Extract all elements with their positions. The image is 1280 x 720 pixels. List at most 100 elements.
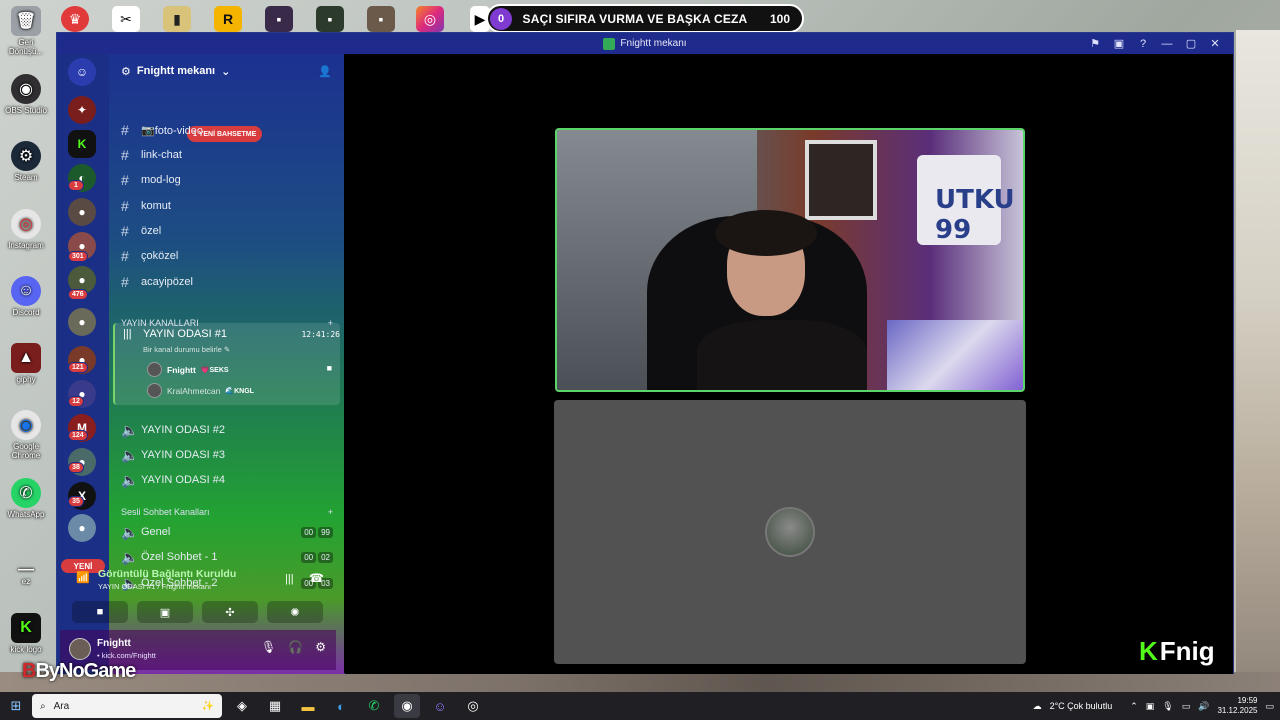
edge-icon[interactable]: ◐ [328, 694, 354, 718]
desktop-icon-discord[interactable]: ☺ Discord [4, 276, 48, 317]
active-voice-timer: 12:41:26 [301, 329, 340, 339]
channel-foto-video[interactable]: # 📷foto-video [121, 119, 333, 141]
voice-connection-subtitle[interactable]: YAYIN ODASI #1 / Fnightt mekanı [98, 582, 211, 591]
weather-text[interactable]: 2°C Çok bulutlu [1050, 701, 1113, 711]
help-icon[interactable]: ? [1131, 33, 1155, 54]
discord-home-icon[interactable]: ☺ [68, 58, 96, 86]
webcam-video-tile[interactable]: UTKU 99 [555, 128, 1025, 392]
game-shortcut-icon[interactable]: ♛ [61, 6, 89, 32]
chevron-up-icon[interactable]: ⌃ [1130, 701, 1138, 712]
channel-acayipozel[interactable]: # acayipözel [121, 271, 333, 293]
avatar [147, 383, 162, 398]
voice-channel-genel[interactable]: 🔈 Genel 00 99 [121, 521, 333, 543]
microphone-tray-icon[interactable]: 🎙 [1162, 701, 1173, 712]
voice-user-row[interactable]: Fnightt 💗SEKS [147, 362, 229, 377]
voice-channel-yayin-4[interactable]: 🔈 YAYIN ODASI #4 [121, 469, 333, 491]
maximize-button[interactable]: ▢ [1179, 33, 1203, 54]
server-icon-7[interactable]: ● [68, 308, 96, 336]
soundboard-button[interactable]: ✺ [267, 601, 323, 623]
video-jersey: UTKU 99 [917, 155, 1015, 245]
server-icon-4[interactable]: ● [68, 198, 96, 226]
desktop-icon-recycle-bin[interactable]: 🗑 Geri Dönüşü... [4, 6, 48, 56]
store-icon[interactable]: ▦ [262, 694, 288, 718]
rockstar-icon[interactable]: R [214, 6, 242, 32]
notification-icon[interactable]: ▭ [1265, 701, 1274, 712]
ez-icon: — [18, 561, 34, 578]
voice-channel-yayin-3[interactable]: 🔈 YAYIN ODASI #3 [121, 444, 333, 466]
camera-button[interactable]: ■ [72, 601, 128, 623]
kick-watermark: K Fnig [1139, 636, 1215, 667]
discord-taskbar-icon[interactable]: ☺ [427, 694, 453, 718]
steam-icon: ⚙ [11, 141, 41, 171]
guild-header[interactable]: ⚙ Fnightt mekanı ⌄ 👤 [109, 54, 344, 88]
close-button[interactable]: ✕ [1203, 33, 1227, 54]
server-icon-kick[interactable]: K [68, 130, 96, 158]
add-channel-icon[interactable]: + [328, 507, 333, 517]
copilot-icon[interactable]: ◈ [229, 694, 255, 718]
settings-gear-icon[interactable]: ⚙ [315, 640, 326, 654]
microphone-icon[interactable]: 🎙 [261, 640, 276, 654]
channel-mod-log[interactable]: # mod-log [121, 169, 333, 191]
whatsapp-taskbar-icon[interactable]: ✆ [361, 694, 387, 718]
noise-suppression-icon[interactable]: ||| [285, 573, 294, 585]
whatsapp-icon: ✆ [11, 478, 41, 508]
count-limit: 02 [318, 551, 333, 563]
server-icon-1[interactable]: ✦ [68, 96, 96, 124]
screen-share-button[interactable]: ▣ [137, 601, 193, 623]
capcut-icon[interactable]: ✂ [112, 6, 140, 32]
game-shortcut-2-icon[interactable]: ▪ [316, 6, 344, 32]
search-icon: ⌕ [40, 700, 46, 712]
desktop-icon-ez[interactable]: — ez [4, 561, 48, 586]
inbox-icon[interactable]: ⚑ [1083, 33, 1107, 54]
game-cover-icon[interactable]: ▮ [163, 6, 191, 32]
desktop-icon-instagram[interactable]: ◎ Instagram [4, 209, 48, 250]
active-voice-channel[interactable]: ||| YAYIN ODASI #1 12:41:26 Bir kanal du… [113, 323, 340, 405]
start-button[interactable]: ⊞ [0, 698, 32, 714]
tray-app-icon[interactable]: ▣ [1146, 701, 1155, 712]
channel-ozel[interactable]: # özel [121, 220, 333, 242]
desktop-icon-steam[interactable]: ⚙ Steam [4, 141, 48, 182]
category-sesli-sohbet[interactable]: Sesli Sohbet Kanalları + [121, 507, 333, 517]
desktop-icon-chrome[interactable]: ◉ Google Chrome [4, 410, 48, 460]
channel-status[interactable]: Bir kanal durumu belirle ✎ [143, 345, 230, 354]
activities-button[interactable]: ✣ [202, 601, 258, 623]
active-voice-name: YAYIN ODASI #1 [143, 328, 227, 340]
chrome-taskbar-icon[interactable]: ◉ [394, 694, 420, 718]
desktop-icon-obs[interactable]: ◉ OBS Studio [4, 74, 48, 115]
desktop-icon-kick-logo[interactable]: K kick logo [4, 613, 48, 654]
channel-link-chat[interactable]: # link-chat [121, 144, 333, 166]
disconnect-icon[interactable]: ☎ [309, 571, 324, 585]
taskbar-search[interactable]: ⌕ Ara ✨ [32, 694, 222, 718]
video-photo-frame [805, 140, 877, 220]
clock[interactable]: 19:59 31.12.2025 [1217, 696, 1257, 716]
voice-user-row[interactable]: KralAhmetcan 🌊KNGL [147, 383, 254, 398]
channel-name: özel [141, 225, 162, 237]
avatar[interactable] [69, 638, 91, 660]
user-status: • kick.com/Fnightt [97, 651, 156, 660]
voice-channel-yayin-2[interactable]: 🔈 YAYIN ODASI #2 [121, 419, 333, 441]
file-explorer-icon[interactable]: ▬ [295, 694, 321, 718]
audio-user-tile[interactable] [554, 400, 1026, 664]
minimize-button[interactable]: — [1155, 33, 1179, 54]
volume-icon[interactable]: 🔊 [1198, 701, 1209, 712]
channel-komut[interactable]: # komut [121, 195, 333, 217]
instagram-icon[interactable]: ◎ [416, 6, 444, 32]
guild-icon: ⚙ [121, 65, 131, 78]
count-current: 00 [301, 526, 317, 538]
server-icon-13[interactable]: ● [68, 514, 96, 542]
obs-taskbar-icon[interactable]: ◎ [460, 694, 486, 718]
user-count: 00 99 [301, 526, 333, 538]
desktop-icon-giphy[interactable]: ▲ giphy [4, 343, 48, 384]
screen-icon[interactable]: ▣ [1107, 33, 1131, 54]
photo-shortcut-icon[interactable]: ▪ [367, 6, 395, 32]
add-member-icon[interactable]: 👤 [318, 65, 332, 78]
video-person-body [697, 320, 867, 390]
desktop-icon-whatsapp[interactable]: ✆ WhatsApp [4, 478, 48, 519]
channel-status-text: Bir kanal durumu belirle [143, 345, 222, 354]
app-shortcut-icon[interactable]: ▪ [265, 6, 293, 32]
signal-icon[interactable]: 📶 [76, 571, 90, 584]
weather-icon[interactable]: ☁ [1033, 701, 1042, 712]
channel-cokozel[interactable]: # çoközel [121, 245, 333, 267]
headphones-icon[interactable]: 🎧 [288, 640, 303, 654]
network-icon[interactable]: ▭ [1182, 701, 1191, 712]
